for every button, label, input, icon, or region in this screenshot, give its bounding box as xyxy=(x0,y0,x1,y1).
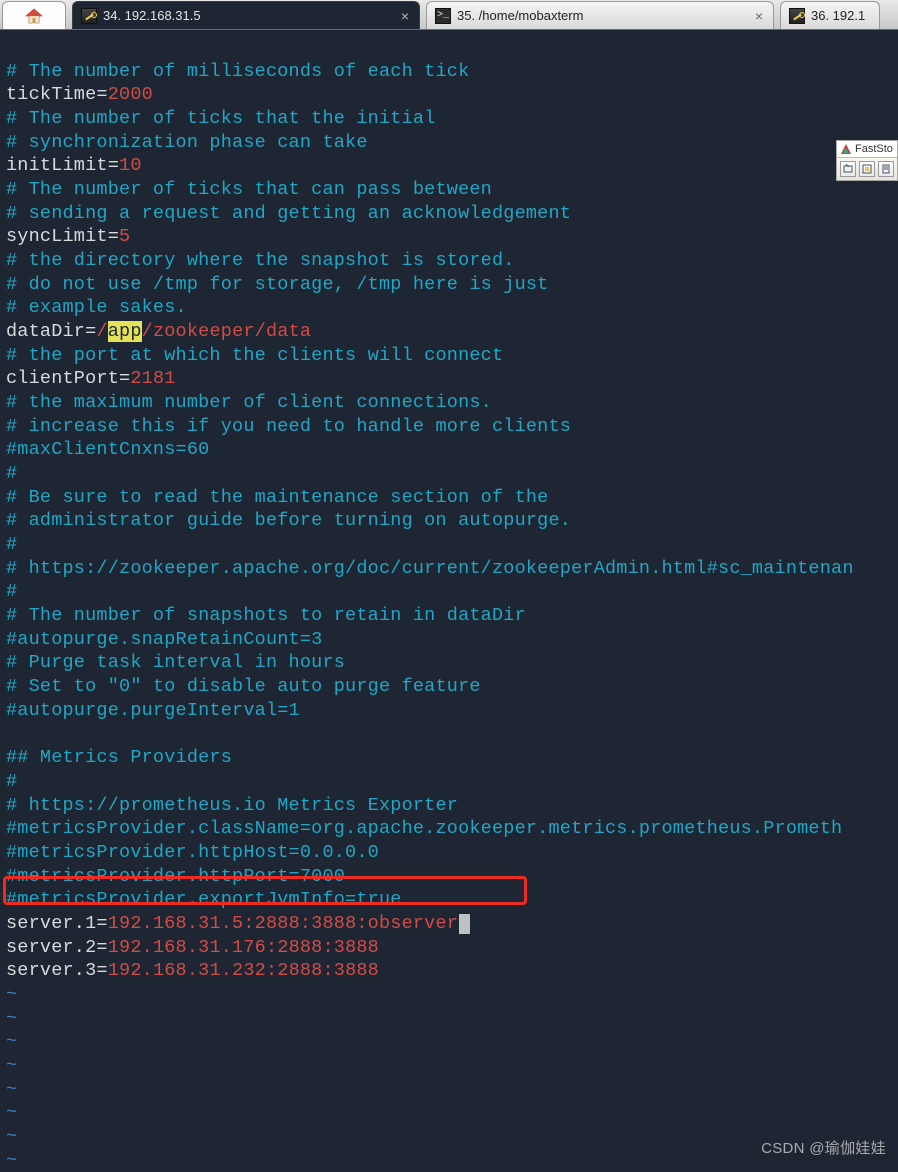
config-comment: #autopurge.purgeInterval=1 xyxy=(6,700,300,721)
config-comment: #maxClientCnxns=60 xyxy=(6,439,209,460)
config-key: initLimit xyxy=(6,155,108,176)
key-icon xyxy=(789,8,805,24)
tab-label: 35. /home/mobaxterm xyxy=(457,8,583,23)
vim-empty-line: ~ xyxy=(6,1150,17,1171)
tab-session-1[interactable]: 34. 192.168.31.5 × xyxy=(72,1,420,29)
config-comment: #metricsProvider.httpHost=0.0.0.0 xyxy=(6,842,379,863)
config-comment: #metricsProvider.exportJvmInfo=true xyxy=(6,889,402,910)
config-comment: # Set to "0" to disable auto purge featu… xyxy=(6,676,481,697)
config-comment: # xyxy=(6,534,17,555)
config-comment: # The number of ticks that can pass betw… xyxy=(6,179,492,200)
config-key: server.1 xyxy=(6,913,96,934)
vim-empty-line: ~ xyxy=(6,1055,17,1076)
config-comment: # the maximum number of client connectio… xyxy=(6,392,492,413)
toolbar-button-1[interactable] xyxy=(840,161,856,177)
config-comment: # the port at which the clients will con… xyxy=(6,345,503,366)
close-icon[interactable]: × xyxy=(401,8,409,24)
terminal-icon: >_ xyxy=(435,8,451,24)
config-comment: # sending a request and getting an ackno… xyxy=(6,203,571,224)
config-key: tickTime xyxy=(6,84,96,105)
config-value: 192.168.31.5:2888:3888:observer xyxy=(108,913,458,934)
close-icon[interactable]: × xyxy=(755,8,763,24)
config-comment: # increase this if you need to handle mo… xyxy=(6,416,571,437)
config-key: syncLimit xyxy=(6,226,108,247)
config-comment: # example sakes. xyxy=(6,297,187,318)
vim-empty-line: ~ xyxy=(6,1031,17,1052)
floating-toolbar-buttons xyxy=(837,158,897,180)
config-comment: # The number of ticks that the initial xyxy=(6,108,435,129)
vim-empty-line: ~ xyxy=(6,984,17,1005)
home-tab[interactable] xyxy=(2,1,66,29)
config-value: 2000 xyxy=(108,84,153,105)
vim-empty-line: ~ xyxy=(6,1102,17,1123)
config-comment: # the directory where the snapshot is st… xyxy=(6,250,515,271)
faststone-icon xyxy=(840,143,852,155)
toolbar-button-2[interactable] xyxy=(859,161,875,177)
config-key: dataDir xyxy=(6,321,85,342)
tab-session-2[interactable]: >_ 35. /home/mobaxterm × xyxy=(426,1,774,29)
config-comment: # https://prometheus.io Metrics Exporter xyxy=(6,795,458,816)
config-comment: #metricsProvider.httpPort=7000 xyxy=(6,866,345,887)
tab-label: 36. 192.1 xyxy=(811,8,865,23)
config-comment: # xyxy=(6,581,17,602)
config-comment: # xyxy=(6,771,17,792)
tab-bar: 34. 192.168.31.5 × >_ 35. /home/mobaxter… xyxy=(0,0,898,30)
home-icon xyxy=(24,7,44,25)
config-comment: # administrator guide before turning on … xyxy=(6,510,571,531)
watermark: CSDN @瑜伽娃娃 xyxy=(761,1137,886,1158)
text-cursor xyxy=(459,914,470,934)
config-comment: #metricsProvider.className=org.apache.zo… xyxy=(6,818,842,839)
vim-empty-line: ~ xyxy=(6,1079,17,1100)
config-value: 2181 xyxy=(130,368,175,389)
floating-toolbar[interactable]: FastSto xyxy=(836,140,898,181)
config-value: 5 xyxy=(119,226,130,247)
search-highlight: app xyxy=(108,321,142,342)
config-value: 192.168.31.232:2888:3888 xyxy=(108,960,379,981)
toolbar-button-3[interactable] xyxy=(878,161,894,177)
config-comment: # synchronization phase can take xyxy=(6,132,368,153)
config-comment: # https://zookeeper.apache.org/doc/curre… xyxy=(6,558,854,579)
tab-session-3[interactable]: 36. 192.1 xyxy=(780,1,880,29)
tab-label: 34. 192.168.31.5 xyxy=(103,8,201,23)
terminal-viewport[interactable]: # The number of milliseconds of each tic… xyxy=(0,30,898,1172)
config-value: /zookeeper/data xyxy=(142,321,312,342)
vim-empty-line: ~ xyxy=(6,1008,17,1029)
floating-toolbar-title: FastSto xyxy=(837,141,897,158)
config-comment: # xyxy=(6,463,17,484)
config-comment: # The number of snapshots to retain in d… xyxy=(6,605,526,626)
config-comment: # Purge task interval in hours xyxy=(6,652,345,673)
config-key: clientPort xyxy=(6,368,119,389)
config-value: 10 xyxy=(119,155,142,176)
config-comment: # The number of milliseconds of each tic… xyxy=(6,61,469,82)
config-comment: # do not use /tmp for storage, /tmp here… xyxy=(6,274,549,295)
config-key: server.2 xyxy=(6,937,96,958)
config-key: server.3 xyxy=(6,960,96,981)
config-comment: # Be sure to read the maintenance sectio… xyxy=(6,487,549,508)
floating-toolbar-label: FastSto xyxy=(855,143,893,155)
config-value: 192.168.31.176:2888:3888 xyxy=(108,937,379,958)
config-comment: ## Metrics Providers xyxy=(6,747,232,768)
key-icon xyxy=(81,8,97,24)
vim-empty-line: ~ xyxy=(6,1126,17,1147)
config-comment: #autopurge.snapRetainCount=3 xyxy=(6,629,322,650)
